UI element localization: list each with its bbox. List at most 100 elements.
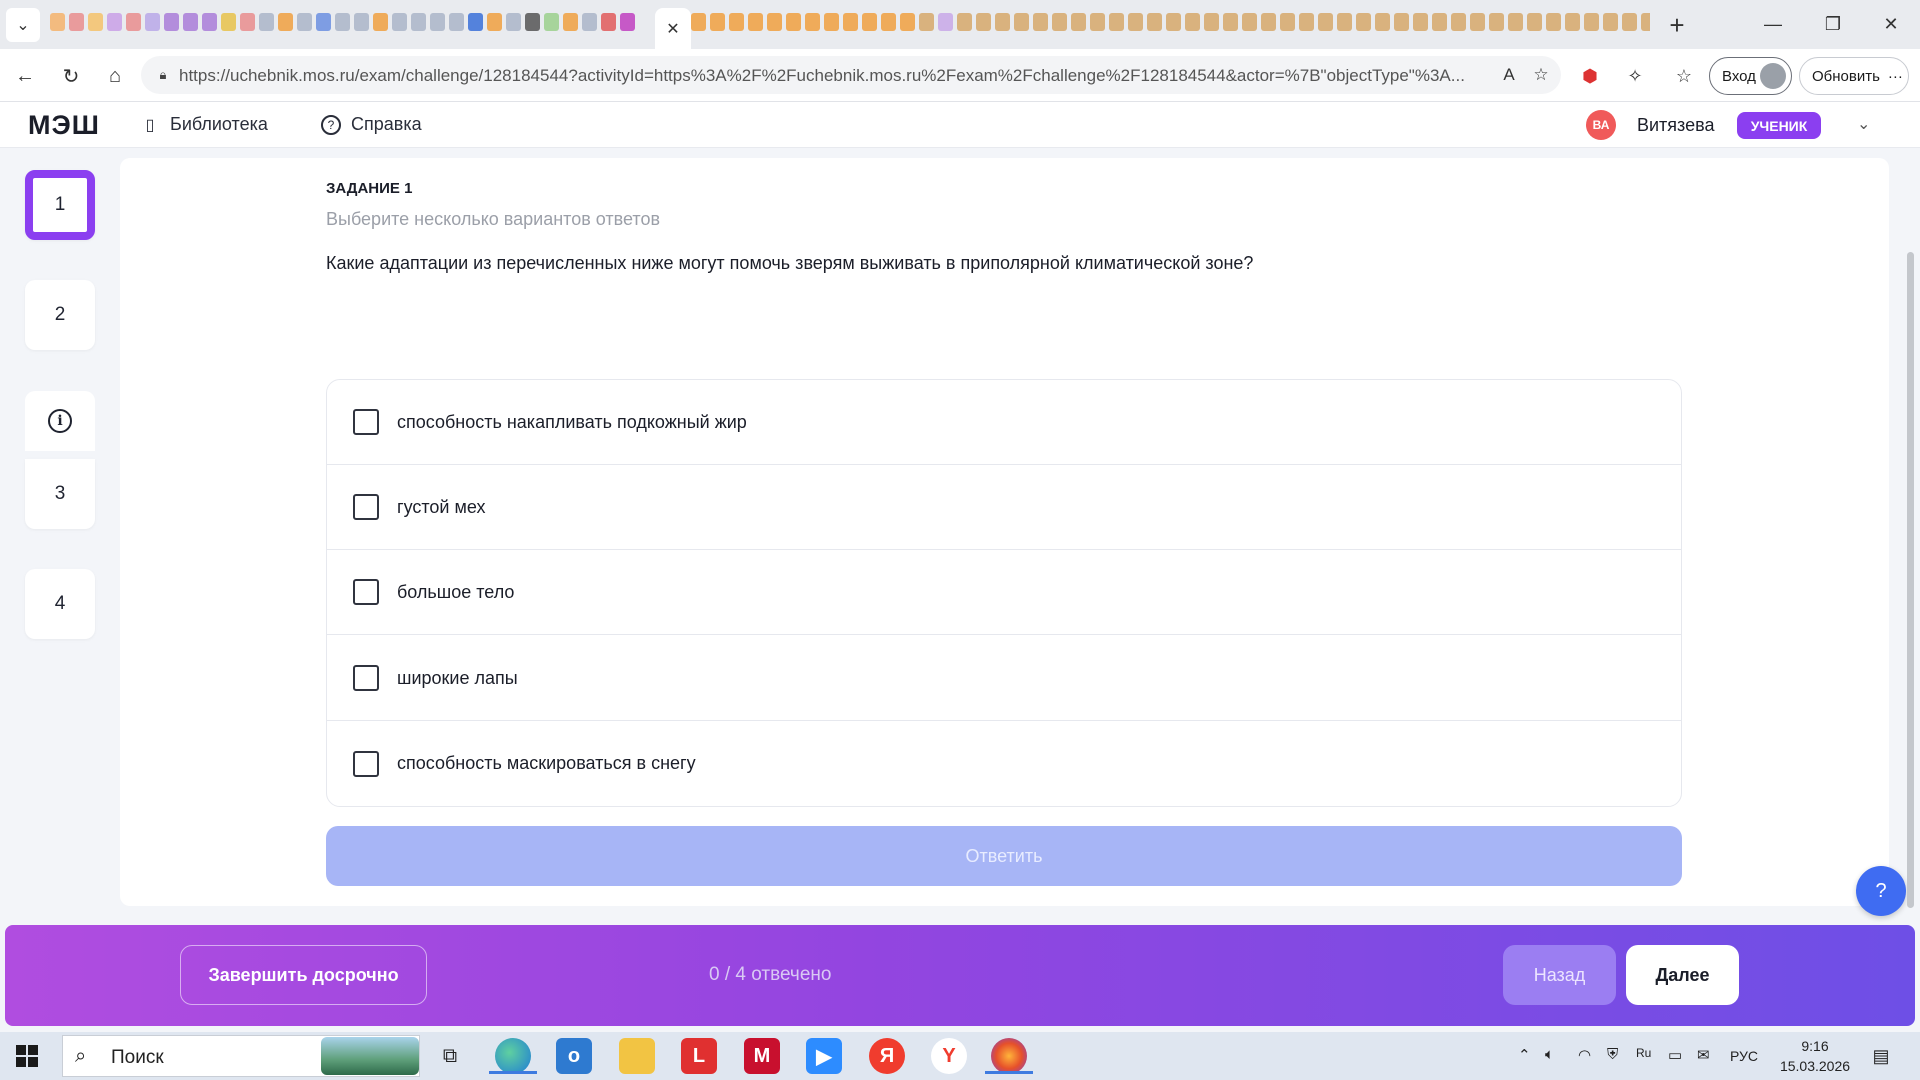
tab-favicon-icon[interactable] [1299, 13, 1314, 31]
battery-icon[interactable]: ▭ [1668, 1046, 1682, 1064]
tab-favicon-icon[interactable] [411, 13, 426, 31]
l-app-icon[interactable]: L [681, 1038, 717, 1074]
info-button[interactable]: i [25, 391, 95, 451]
tab-favicon-icon[interactable] [107, 13, 122, 31]
answer-option-label[interactable]: способность маскироваться в снегу [397, 753, 696, 774]
tab-favicon-icon[interactable] [620, 13, 635, 31]
tab-favicon-icon[interactable] [1223, 13, 1238, 31]
answer-option[interactable]: большое тело [327, 550, 1681, 635]
tab-favicon-icon[interactable] [1489, 13, 1504, 31]
keyboard-layout-icon[interactable]: Ru [1636, 1046, 1651, 1060]
back-button[interactable]: Назад [1503, 945, 1616, 1005]
tab-favicon-icon[interactable] [297, 13, 312, 31]
finish-early-button[interactable]: Завершить досрочно [180, 945, 427, 1005]
tab-favicon-icon[interactable] [1261, 13, 1276, 31]
tab-favicon-icon[interactable] [1337, 13, 1352, 31]
favorites-icon[interactable]: ☆ [1669, 61, 1699, 91]
tab-favicon-icon[interactable] [240, 13, 255, 31]
tab-favicon-icon[interactable] [1356, 13, 1371, 31]
signin-button[interactable]: Вход [1709, 57, 1792, 95]
tab-favicon-icon[interactable] [221, 13, 236, 31]
notifications-icon[interactable]: ▤ [1868, 1044, 1894, 1068]
tab-favicon-icon[interactable] [976, 13, 991, 31]
answer-option-label[interactable]: густой мех [397, 497, 485, 518]
tab-favicon-icon[interactable] [995, 13, 1010, 31]
tab-favicon-icon[interactable] [335, 13, 350, 31]
question-nav-1[interactable]: 1 [25, 170, 95, 240]
tray-chevron-up-icon[interactable]: ⌃ [1518, 1046, 1531, 1064]
answer-option[interactable]: способность маскироваться в снегу [327, 721, 1681, 806]
tab-favicon-icon[interactable] [824, 13, 839, 31]
update-browser-button[interactable]: Обновить ··· [1799, 57, 1909, 95]
tab-favicon-icon[interactable] [1090, 13, 1105, 31]
tab-actions-menu-button[interactable]: ⌄ [6, 8, 40, 42]
system-clock[interactable]: 9:16 15.03.2026 [1770, 1036, 1860, 1076]
tab-favicon-icon[interactable] [468, 13, 483, 31]
tab-favicon-icon[interactable] [1128, 13, 1143, 31]
checkbox[interactable] [353, 579, 379, 605]
tab-favicon-icon[interactable] [582, 13, 597, 31]
read-aloud-icon[interactable]: A [1497, 64, 1521, 86]
back-arrow-icon[interactable]: ← [8, 60, 42, 92]
tab-favicon-icon[interactable] [1622, 13, 1637, 31]
new-tab-button[interactable]: + [1660, 8, 1694, 42]
tab-favicon-icon[interactable] [145, 13, 160, 31]
tab-favicon-icon[interactable] [430, 13, 445, 31]
tab-favicon-icon[interactable] [957, 13, 972, 31]
tab-favicon-icon[interactable] [373, 13, 388, 31]
tab-favicon-icon[interactable] [691, 13, 706, 31]
tab-favicon-icon[interactable] [1641, 13, 1650, 31]
tab-favicon-icon[interactable] [259, 13, 274, 31]
taskbar-search[interactable]: ⌕ Поиск [62, 1035, 420, 1077]
tab-favicon-icon[interactable] [1242, 13, 1257, 31]
task-view-icon[interactable]: ⧉ [432, 1038, 468, 1074]
answer-option-label[interactable]: широкие лапы [397, 668, 518, 689]
security-shield-icon[interactable]: ⛨ [1607, 1046, 1618, 1063]
tab-favicon-icon[interactable] [1109, 13, 1124, 31]
next-button[interactable]: Далее [1626, 945, 1739, 1005]
answer-option[interactable]: способность накапливать подкожный жир [327, 380, 1681, 465]
yandex-icon[interactable]: Я [869, 1038, 905, 1074]
mcafee-icon[interactable]: M [744, 1038, 780, 1074]
url-field[interactable]: 🔒︎ https://uchebnik.mos.ru/exam/challeng… [141, 56, 1561, 94]
tab-favicon-icon[interactable] [1071, 13, 1086, 31]
tab-favicon-icon[interactable] [919, 13, 934, 31]
answer-option[interactable]: густой мех [327, 465, 1681, 550]
close-window-button[interactable]: ✕ [1868, 8, 1914, 40]
answer-option[interactable]: широкие лапы [327, 636, 1681, 721]
windows-start-icon[interactable] [16, 1045, 38, 1067]
tab-favicon-icon[interactable] [316, 13, 331, 31]
tab-favicon-icon[interactable] [392, 13, 407, 31]
outlook-icon[interactable]: o [556, 1038, 592, 1074]
tab-favicon-icon[interactable] [843, 13, 858, 31]
tab-favicon-icon[interactable] [1052, 13, 1067, 31]
restore-button[interactable]: ❐ [1810, 8, 1856, 40]
question-nav-4[interactable]: 4 [25, 569, 95, 639]
tab-favicon-icon[interactable] [1470, 13, 1485, 31]
user-name[interactable]: Витязева [1637, 115, 1714, 136]
tab-favicon-icon[interactable] [1584, 13, 1599, 31]
tab-favicon-icon[interactable] [767, 13, 782, 31]
mail-tray-icon[interactable]: ✉ [1697, 1046, 1710, 1064]
tab-favicon-icon[interactable] [449, 13, 464, 31]
mesh-logo[interactable]: МЭШ [28, 110, 100, 141]
tab-favicon-icon[interactable] [938, 13, 953, 31]
close-icon[interactable]: ✕ [666, 19, 679, 39]
zoom-icon[interactable]: ▶ [806, 1038, 842, 1074]
tab-favicon-icon[interactable] [126, 13, 141, 31]
tab-favicon-icon[interactable] [1508, 13, 1523, 31]
tab-favicon-icon[interactable] [563, 13, 578, 31]
answer-option-label[interactable]: способность накапливать подкожный жир [397, 412, 747, 433]
tab-favicon-icon[interactable] [1204, 13, 1219, 31]
library-link[interactable]: ▯ Библиотека [140, 114, 268, 135]
tab-favicon-icon[interactable] [710, 13, 725, 31]
tab-favicon-icon[interactable] [1527, 13, 1542, 31]
tab-favicon-icon[interactable] [1185, 13, 1200, 31]
tab-favicon-icon[interactable] [1280, 13, 1295, 31]
tab-favicon-icon[interactable] [354, 13, 369, 31]
tab-favicon-icon[interactable] [1394, 13, 1409, 31]
tab-favicon-icon[interactable] [50, 13, 65, 31]
tab-favicon-icon[interactable] [601, 13, 616, 31]
tab-favicon-icon[interactable] [805, 13, 820, 31]
tab-favicon-icon[interactable] [1603, 13, 1618, 31]
